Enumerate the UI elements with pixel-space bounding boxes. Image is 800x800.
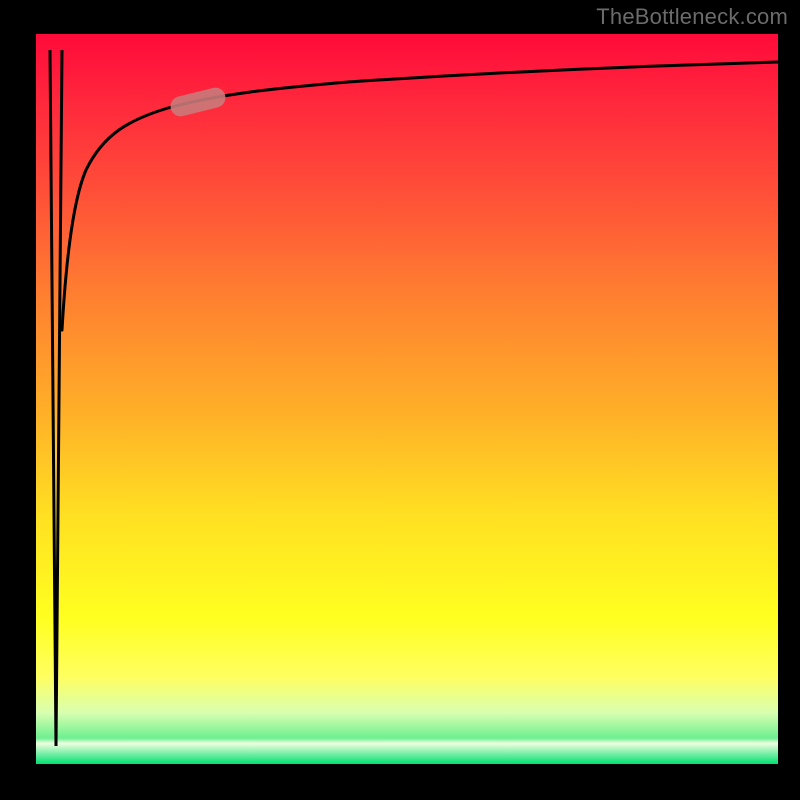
chart-stage: TheBottleneck.com [0, 0, 800, 800]
gradient-fill [36, 34, 778, 764]
plot-frame [18, 30, 782, 782]
gradient-green-strip [36, 738, 778, 764]
watermark-text: TheBottleneck.com [596, 4, 788, 30]
